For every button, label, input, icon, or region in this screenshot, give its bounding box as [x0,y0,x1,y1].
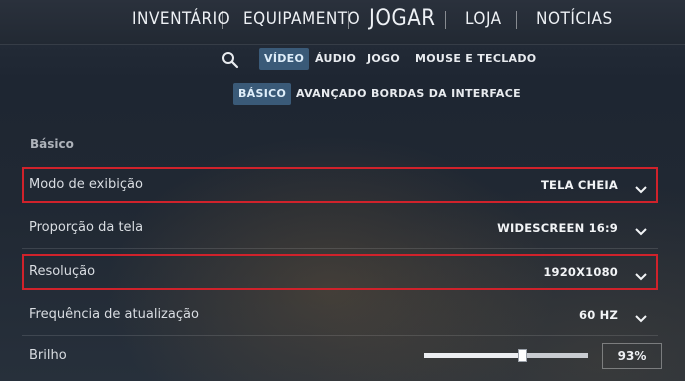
subtab-avancado[interactable]: AVANÇADO [296,83,367,105]
subtab-basico[interactable]: BÁSICO [233,83,292,105]
dropdown-value[interactable]: 60 HZ [579,297,618,333]
nav-item-equipamento[interactable]: EQUIPAMENTO [243,0,360,40]
subtab-bordas-da-interface[interactable]: BORDAS DA INTERFACE [371,83,521,105]
nav-item-jogar[interactable]: JOGAR [369,0,436,40]
nav-item-noticias[interactable]: NOTÍCIAS [536,0,613,40]
nav-separator [445,11,446,29]
chevron-down-icon[interactable] [634,180,648,194]
nav-item-inventario[interactable]: INVENTÁRIO [132,0,230,40]
setting-label: Brilho [29,348,67,363]
slider-fill [424,353,522,358]
dropdown-value[interactable]: 1920X1080 [543,256,618,288]
dropdown-value[interactable]: TELA CHEIA [541,169,618,201]
nav-separator [516,11,517,29]
setting-row-resolution[interactable]: Resolução 1920X1080 [22,254,658,290]
slider-handle[interactable] [518,349,527,362]
chevron-down-icon[interactable] [634,222,648,236]
nav-separator [222,11,223,29]
brightness-slider[interactable] [424,353,588,358]
setting-label: Resolução [29,264,96,279]
nav-separator [348,11,349,29]
setting-label: Frequência de atualização [29,307,199,322]
tab-mouse-e-teclado[interactable]: MOUSE E TECLADO [415,48,536,70]
setting-row-refresh-rate[interactable]: Frequência de atualização 60 HZ [22,297,658,336]
setting-label: Modo de exibição [29,177,143,192]
tab-video[interactable]: VÍDEO [259,48,310,70]
setting-row-aspect-ratio[interactable]: Proporção da tela WIDESCREEN 16:9 [22,210,658,249]
dropdown-value[interactable]: WIDESCREEN 16:9 [497,210,618,246]
setting-row-display-mode[interactable]: Modo de exibição TELA CHEIA [22,167,658,203]
setting-label: Proporção da tela [29,220,144,235]
chevron-down-icon[interactable] [634,267,648,281]
section-title: Básico [30,137,74,151]
chevron-down-icon[interactable] [634,309,648,323]
brightness-value-box[interactable]: 93% [602,343,662,369]
tab-jogo[interactable]: JOGO [367,48,400,70]
search-icon[interactable] [221,51,239,69]
nav-item-loja[interactable]: LOJA [465,0,502,40]
top-nav: INVENTÁRIO EQUIPAMENTO JOGAR LOJA NOTÍCI… [0,0,685,45]
tab-audio[interactable]: ÁUDIO [315,48,356,70]
